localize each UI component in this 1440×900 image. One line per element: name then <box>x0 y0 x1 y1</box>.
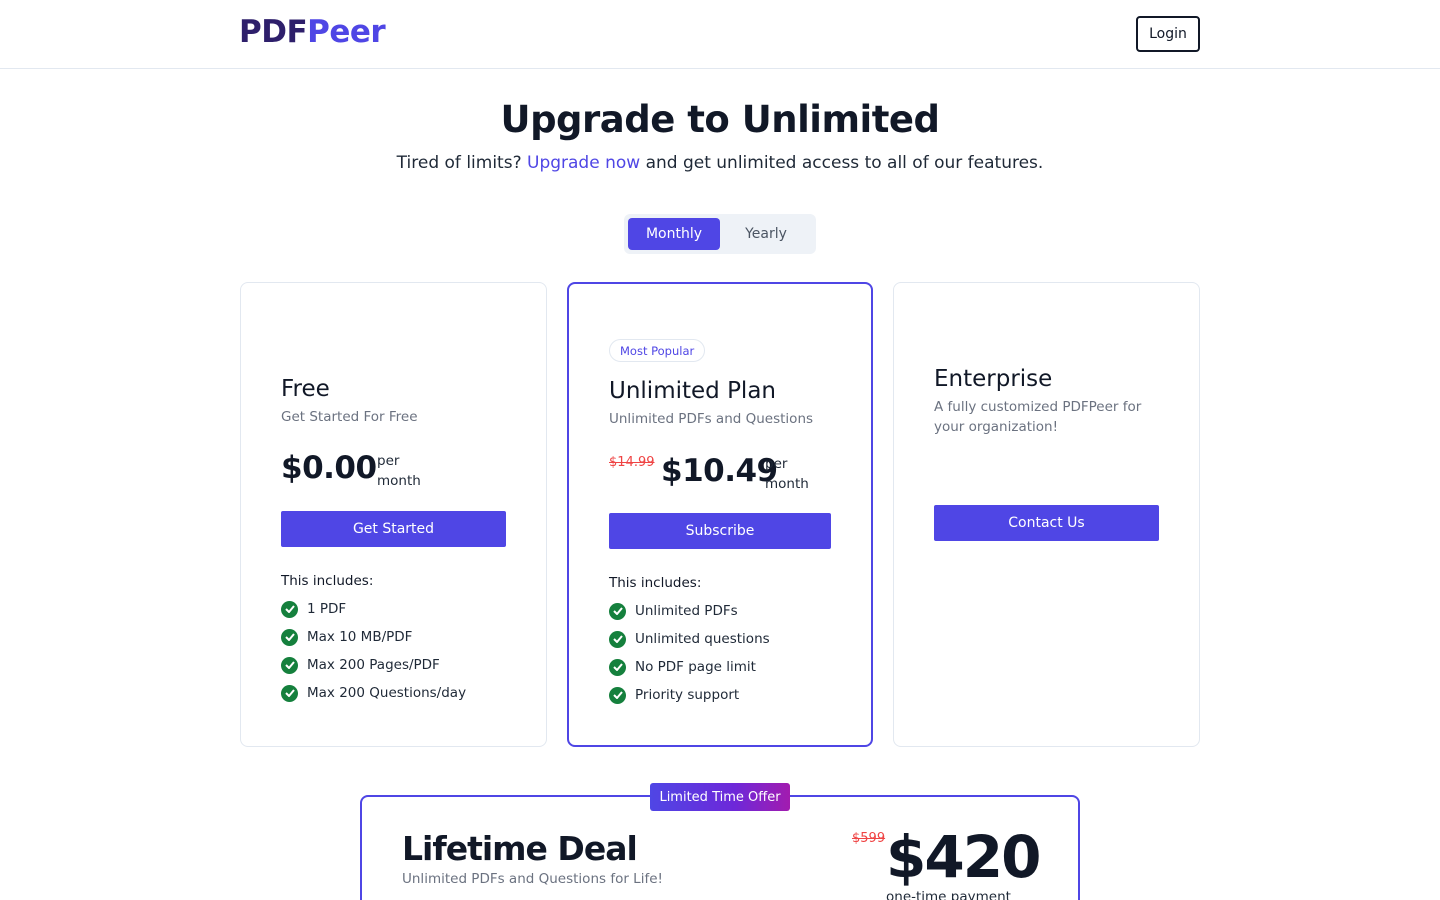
plan-name: Free <box>281 376 330 402</box>
feature-label: Unlimited PDFs <box>635 603 738 619</box>
plan-name: Unlimited Plan <box>609 378 776 404</box>
feature-item: Priority support <box>609 685 739 705</box>
feature-item: Max 10 MB/PDF <box>281 627 412 647</box>
check-circle-icon <box>609 602 626 620</box>
logo-pdf-text: PDF <box>239 14 308 50</box>
lifetime-description: Unlimited PDFs and Questions for Life! <box>402 871 663 887</box>
plan-description: Unlimited PDFs and Questions <box>609 411 814 427</box>
lifetime-title: Lifetime Deal <box>402 829 638 868</box>
feature-item: No PDF page limit <box>609 657 756 677</box>
includes-label: This includes: <box>281 573 374 589</box>
month-text: month <box>377 473 421 489</box>
per-text: per <box>377 453 400 469</box>
original-price: $14.99 <box>609 455 655 470</box>
logo-peer-text: Peer <box>307 14 386 50</box>
feature-label: Max 200 Questions/day <box>307 685 467 701</box>
plan-card-enterprise: Enterprise A fully customized PDFPeer fo… <box>893 282 1200 747</box>
check-circle-icon <box>609 686 626 704</box>
feature-item: Max 200 Pages/PDF <box>281 655 440 675</box>
feature-item: Unlimited questions <box>609 629 770 649</box>
subscribe-button[interactable]: Subscribe <box>609 513 831 549</box>
toggle-monthly[interactable]: Monthly <box>628 218 720 250</box>
most-popular-badge: Most Popular <box>609 339 706 362</box>
per-text: per <box>765 456 788 472</box>
plan-price: $0.00 <box>281 450 377 486</box>
month-text: month <box>765 476 809 492</box>
check-circle-icon <box>609 630 626 648</box>
page-title: Upgrade to Unlimited <box>500 98 940 141</box>
toggle-yearly[interactable]: Yearly <box>720 218 812 250</box>
logo[interactable]: PDFPeer <box>239 14 386 50</box>
contact-us-button[interactable]: Contact Us <box>934 505 1159 541</box>
login-button[interactable]: Login <box>1136 16 1200 52</box>
plan-description: Get Started For Free <box>281 409 418 425</box>
plan-description: A fully customized PDFPeer for your orga… <box>934 397 1141 437</box>
upgrade-now-link[interactable]: Upgrade now <box>527 153 640 173</box>
feature-item: Unlimited PDFs <box>609 601 738 621</box>
description-line: A fully customized PDFPeer for <box>934 399 1142 415</box>
includes-label: This includes: <box>609 575 702 591</box>
feature-item: Max 200 Questions/day <box>281 683 466 703</box>
lifetime-price: $420 <box>886 823 1041 891</box>
limited-time-offer-badge: Limited Time Offer <box>650 783 790 811</box>
subtitle-after: and get unlimited access to all of our f… <box>640 153 1044 173</box>
top-nav: PDFPeer Login <box>0 0 1440 69</box>
description-line: your organization! <box>934 419 1058 435</box>
lifetime-payment-note: one-time payment <box>886 889 1011 900</box>
check-circle-icon <box>609 658 626 676</box>
price-period: per month <box>765 454 809 494</box>
plan-card-unlimited: Most Popular Unlimited Plan Unlimited PD… <box>567 282 873 747</box>
feature-label: 1 PDF <box>307 601 347 617</box>
plan-price: $10.49 <box>661 453 778 489</box>
billing-toggle: Monthly Yearly <box>624 214 816 254</box>
subtitle-before: Tired of limits? <box>396 153 527 173</box>
feature-label: Max 10 MB/PDF <box>307 629 413 645</box>
page-subtitle: Tired of limits? Upgrade now and get unl… <box>0 153 1440 173</box>
lifetime-original-price: $599 <box>852 831 886 846</box>
feature-label: Priority support <box>635 687 740 703</box>
check-circle-icon <box>281 684 298 702</box>
feature-label: Unlimited questions <box>635 631 770 647</box>
check-circle-icon <box>281 628 298 646</box>
feature-item: 1 PDF <box>281 599 346 619</box>
feature-label: No PDF page limit <box>635 659 756 675</box>
get-started-button[interactable]: Get Started <box>281 511 506 547</box>
check-circle-icon <box>281 656 298 674</box>
check-circle-icon <box>281 600 298 618</box>
plan-card-free: Free Get Started For Free $0.00 per mont… <box>240 282 547 747</box>
feature-label: Max 200 Pages/PDF <box>307 657 440 673</box>
plan-name: Enterprise <box>934 366 1053 392</box>
price-period: per month <box>377 451 421 491</box>
